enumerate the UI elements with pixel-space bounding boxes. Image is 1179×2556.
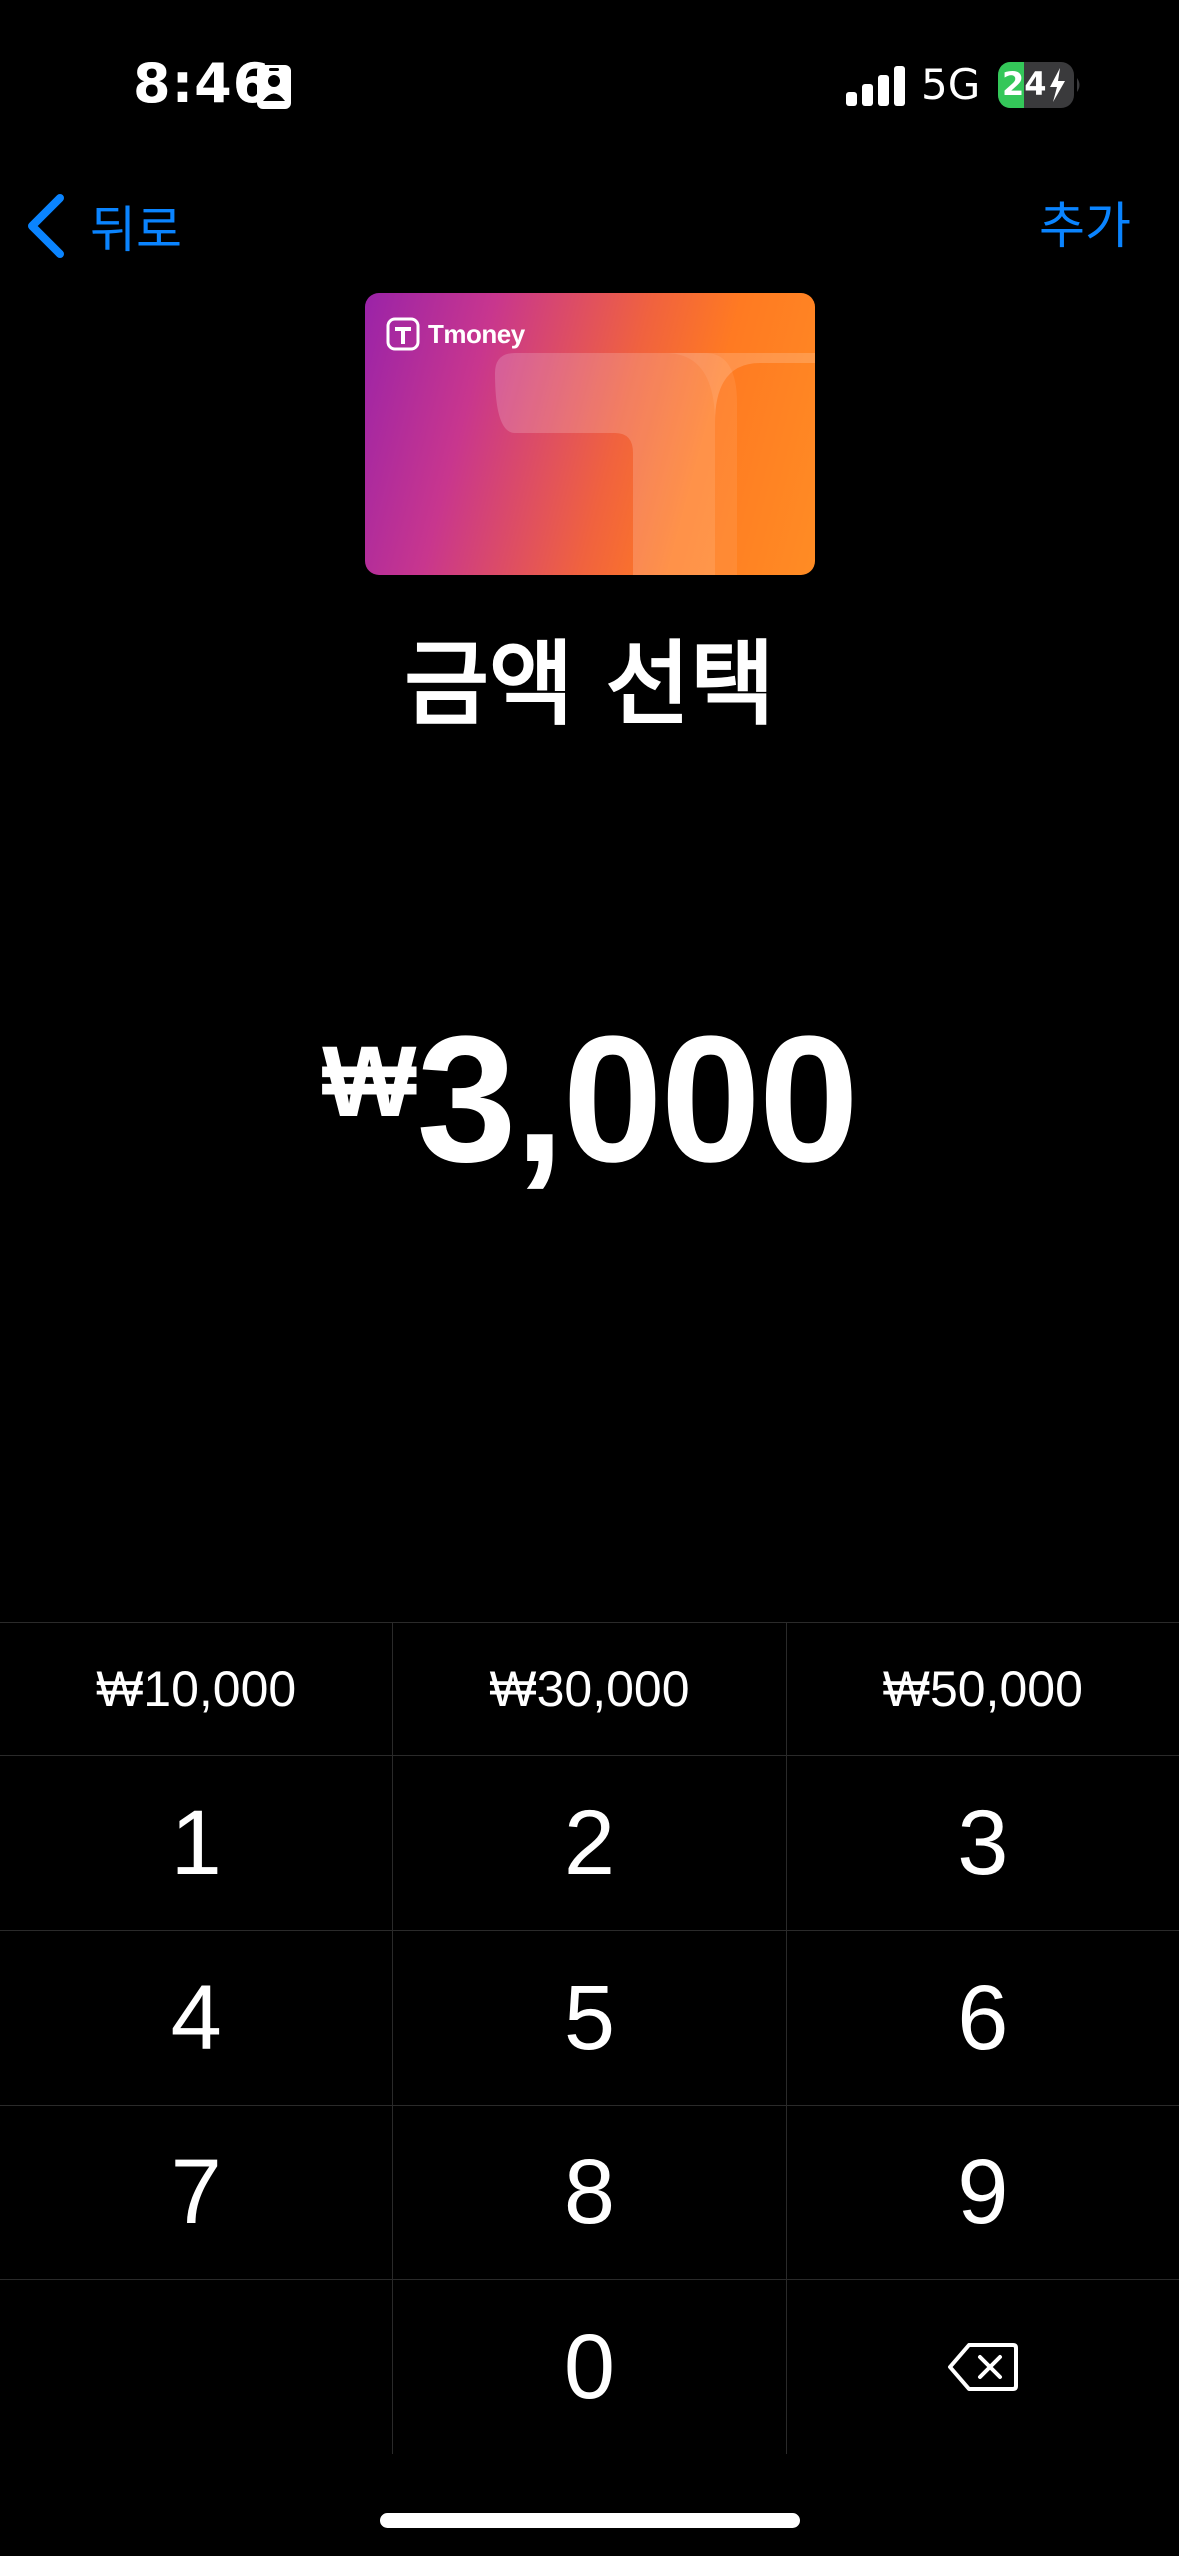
keypad-row-2: 4 5 6 [0,1931,1179,2106]
key-3[interactable]: 3 [785,1756,1179,1930]
signal-icon [846,66,905,106]
key-2[interactable]: 2 [392,1756,785,1930]
key-9[interactable]: 9 [785,2105,1179,2279]
preset-50000-button[interactable]: ₩50,000 [785,1623,1179,1755]
key-8[interactable]: 8 [392,2105,785,2279]
tmoney-logo-icon [386,317,420,351]
keypad-row-1: 1 2 3 [0,1756,1179,1931]
amount-display: ₩3,000 [0,1010,1179,1190]
keypad-row-3: 7 8 9 [0,2105,1179,2280]
back-button[interactable]: 뒤로 [24,190,182,262]
delete-button[interactable] [785,2280,1179,2454]
page-title: 금액 선택 [404,631,775,738]
key-0[interactable]: 0 [392,2280,785,2454]
key-7[interactable]: 7 [0,2105,392,2279]
status-time: 8:46 [133,52,272,115]
id-card-icon [257,65,291,109]
preset-10000-button[interactable]: ₩10,000 [0,1623,392,1755]
keypad-row-4: 0 [0,2280,1179,2454]
add-button[interactable]: 추가 [1039,190,1131,262]
preset-30000-button[interactable]: ₩30,000 [392,1623,785,1755]
home-indicator [380,2513,800,2528]
amount-value: 3,000 [416,999,858,1200]
card-brand-name: Tmoney [428,318,525,349]
tmoney-logo: Tmoney [386,317,525,351]
tmoney-card-image: Tmoney [365,293,815,575]
delete-backspace-icon [947,2343,1018,2391]
preset-amount-row: ₩10,000 ₩30,000 ₩50,000 [0,1623,1179,1756]
key-4[interactable]: 4 [0,1931,392,2105]
key-5[interactable]: 5 [392,1931,785,2105]
key-6[interactable]: 6 [785,1931,1179,2105]
keypad: ₩10,000 ₩30,000 ₩50,000 1 2 3 4 5 6 7 8 … [0,1622,1179,2455]
key-empty [0,2280,392,2454]
amount-currency: ₩ [322,1026,417,1138]
battery-level: 24 [1002,65,1047,103]
chevron-left-icon [28,194,64,258]
back-label: 뒤로 [90,201,182,259]
key-1[interactable]: 1 [0,1756,392,1930]
network-label: 5G [921,60,981,109]
status-bar: 8:46 5G 24 [0,0,1179,170]
